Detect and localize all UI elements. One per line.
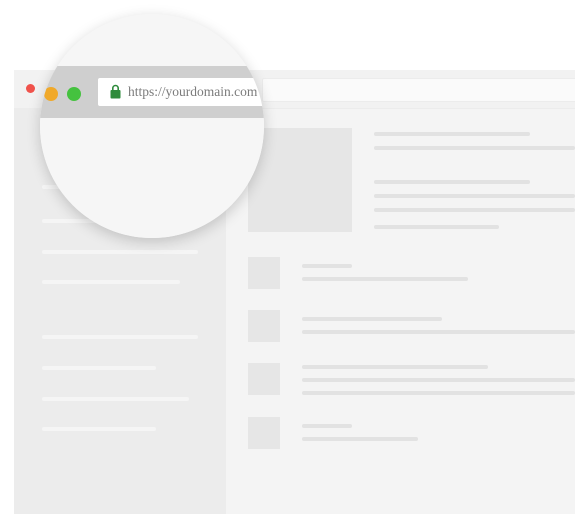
list-thumbnail [248,417,280,449]
list-thumbnail [248,363,280,395]
content-line [302,277,468,281]
content-line [374,225,499,229]
address-bar-background [262,78,575,102]
sidebar-line [42,427,156,431]
close-button[interactable] [26,84,35,93]
sidebar-line [42,397,189,401]
url-text[interactable]: https://yourdomain.com [128,84,257,100]
minimize-button[interactable] [44,87,58,101]
content-line [302,330,575,334]
sidebar-line [42,250,198,254]
content-line [302,365,488,369]
lock-icon [110,84,121,99]
maximize-button[interactable] [67,87,81,101]
content-line [374,132,530,136]
list-thumbnail [248,257,280,289]
content-line [302,391,575,395]
magnifier-lens: https://yourdomain.com [40,14,264,238]
list-thumbnail [248,310,280,342]
content-line [374,194,575,198]
content-line [302,437,418,441]
content-line [374,146,575,150]
content-line [302,317,442,321]
content-line [302,378,575,382]
sidebar-line [42,280,180,284]
sidebar-line [42,335,198,339]
content-line [374,180,530,184]
content-line [302,424,352,428]
content-line [374,208,575,212]
content-line [302,264,352,268]
browser-body-zoomed [40,118,264,238]
address-bar[interactable]: https://yourdomain.com [98,78,264,106]
sidebar-line [42,366,156,370]
